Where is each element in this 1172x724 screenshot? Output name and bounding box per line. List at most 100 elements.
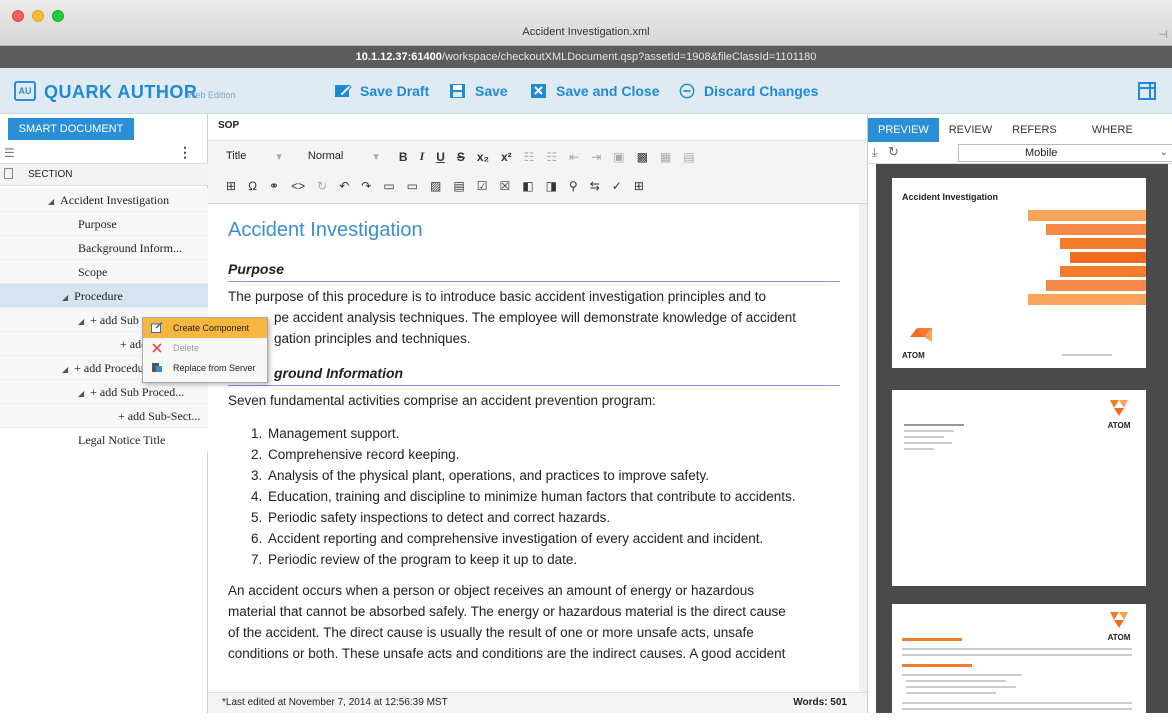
italic-icon[interactable]: I	[420, 149, 425, 164]
create-component-menu-item[interactable]: Create Component	[143, 318, 267, 338]
zoom-window-button[interactable]	[52, 10, 64, 22]
save-draft-button[interactable]: Save Draft	[334, 83, 429, 99]
resize-handle-icon[interactable]: ⊣	[1158, 28, 1168, 41]
tree-item[interactable]: + add Sub-Sect...	[0, 404, 208, 428]
table-properties-icon[interactable]: ▤	[683, 150, 694, 164]
collapse-triangle-icon[interactable]: ◢	[48, 197, 54, 206]
purpose-heading: Purpose	[228, 259, 840, 282]
bold-icon[interactable]: B	[399, 150, 408, 164]
reject-change-icon[interactable]: ☒	[499, 179, 510, 193]
spellcheck-icon[interactable]: ✓	[612, 179, 622, 193]
insert-image-icon[interactable]: ▩	[637, 150, 648, 164]
bullet-list-icon[interactable]: ☷	[524, 150, 535, 164]
chevron-down-icon: ⌄	[1159, 147, 1168, 158]
code-icon[interactable]: <>	[291, 179, 305, 193]
more-options-icon[interactable]: ⋮	[178, 144, 192, 161]
insert-special-icon[interactable]: ⊞	[226, 179, 236, 193]
tab-preview[interactable]: PREVIEW	[868, 118, 939, 142]
delete-menu-item[interactable]: Delete	[143, 338, 267, 358]
tree-item[interactable]: Background Inform...	[0, 236, 208, 260]
search-icon[interactable]: ⚲	[569, 179, 578, 193]
comment-icon[interactable]: ▭	[383, 179, 394, 193]
discard-icon	[679, 83, 695, 99]
tree-item-label: + add Sub-Sect...	[118, 409, 201, 423]
superscript-icon[interactable]: x²	[501, 150, 512, 164]
device-select[interactable]: Mobile ⌄	[958, 144, 1172, 162]
tab-refers-to[interactable]: REFERS TO	[1002, 118, 1082, 160]
text-line	[902, 654, 1132, 656]
insert-table-icon[interactable]: ▦	[660, 150, 671, 164]
right-panel-tabs: PREVIEW REVIEW REFERS TO WHERE USED	[868, 118, 1172, 160]
omega-icon[interactable]: Ω	[248, 179, 257, 193]
url-bar[interactable]: 10.1.12.37:61400/workspace/checkoutXMLDo…	[0, 46, 1172, 68]
tab-review[interactable]: REVIEW	[939, 118, 1002, 142]
save-and-close-button[interactable]: Save and Close	[530, 83, 660, 99]
redo-icon[interactable]: ↷	[361, 179, 371, 193]
paragraph-select[interactable]: Normal ▾	[308, 150, 379, 163]
tab-smart-document[interactable]: SMART DOCUMENT	[8, 118, 134, 140]
underline-icon[interactable]: U	[436, 150, 445, 164]
editor-scrollbar[interactable]	[859, 204, 867, 692]
preview-page[interactable]: ATOM	[892, 604, 1146, 724]
link-icon[interactable]: ⚭	[269, 179, 279, 193]
collapse-triangle-icon[interactable]: ◢	[62, 293, 68, 302]
review-icon[interactable]: ▤	[453, 179, 464, 193]
collapse-triangle-icon[interactable]: ◢	[78, 389, 84, 398]
replace-from-server-menu-item[interactable]: Replace from Server	[143, 358, 267, 378]
atom-logo-icon	[1110, 400, 1128, 416]
refresh-icon[interactable]: ↻	[317, 179, 327, 193]
layout-panel-icon[interactable]	[1138, 82, 1156, 100]
list-item: Education, training and discipline to mi…	[266, 486, 840, 507]
discard-changes-button[interactable]: Discard Changes	[678, 83, 818, 99]
delete-icon	[152, 343, 162, 353]
track-changes-icon[interactable]: ▨	[430, 179, 441, 193]
next-change-icon[interactable]: ◨	[546, 179, 557, 193]
strikethrough-icon[interactable]: S	[457, 150, 465, 164]
accept-change-icon[interactable]: ☑	[477, 179, 488, 193]
logo-edition: Web Edition	[187, 90, 236, 100]
tab-where-used[interactable]: WHERE USED	[1082, 118, 1172, 160]
toc-line	[904, 436, 944, 438]
refresh-icon[interactable]: ↻	[888, 144, 899, 160]
tree-item[interactable]: Purpose	[0, 212, 208, 236]
preview-page[interactable]: ATOM	[892, 390, 1146, 586]
tree-item-label: Scope	[78, 265, 108, 279]
collapse-triangle-icon[interactable]: ◢	[78, 317, 84, 326]
tree-item[interactable]: ◢ + add Sub Proced...	[0, 380, 208, 404]
toc-line	[904, 448, 934, 450]
preview-page[interactable]: Accident Investigation ATOM	[892, 178, 1146, 368]
preview-canvas[interactable]: Accident Investigation ATOM ATOM ATOM	[876, 164, 1168, 724]
document-content[interactable]: Accident Investigation Purpose The purpo…	[228, 220, 840, 664]
indent-icon[interactable]: ⇥	[591, 150, 601, 164]
style-select-value: Title	[226, 150, 247, 162]
tree-item[interactable]: Scope	[0, 260, 208, 284]
toc-line	[904, 442, 952, 444]
insert-component-icon[interactable]: ▣	[613, 150, 624, 164]
table-grid-icon[interactable]: ⊞	[634, 179, 644, 193]
find-replace-icon[interactable]: ⇆	[590, 179, 600, 193]
numbered-list-icon[interactable]: ☷	[546, 150, 557, 164]
subscript-icon[interactable]: x₂	[477, 150, 489, 164]
decor-stripe	[1046, 280, 1146, 291]
undo-icon[interactable]: ↶	[339, 179, 349, 193]
previous-change-icon[interactable]: ◧	[522, 179, 533, 193]
tree-item-selected[interactable]: ◢ Procedure	[0, 284, 208, 308]
collapse-triangle-icon[interactable]: ◢	[62, 365, 68, 374]
toc-line	[904, 424, 964, 426]
minimize-window-button[interactable]	[32, 10, 44, 22]
tree-item[interactable]: Legal Notice Title	[0, 428, 208, 452]
style-select[interactable]: Title ▾	[226, 150, 282, 163]
close-window-button[interactable]	[12, 10, 24, 22]
decor-stripe	[1028, 210, 1146, 221]
outdent-icon[interactable]: ⇤	[569, 150, 579, 164]
editor-tab[interactable]: SOP	[218, 120, 239, 131]
tree-item[interactable]: ◢ Accident Investigation	[0, 188, 208, 212]
document-icon	[4, 168, 13, 179]
save-button[interactable]: Save	[449, 83, 508, 99]
list-item: Periodic review of the program to keep i…	[266, 549, 840, 570]
save-icon	[450, 84, 465, 98]
comment-list-icon[interactable]: ▭	[407, 179, 418, 193]
outline-icon[interactable]: ☰	[4, 146, 15, 160]
download-icon[interactable]: ⤓	[872, 145, 877, 160]
decor-stripe	[1060, 266, 1146, 277]
